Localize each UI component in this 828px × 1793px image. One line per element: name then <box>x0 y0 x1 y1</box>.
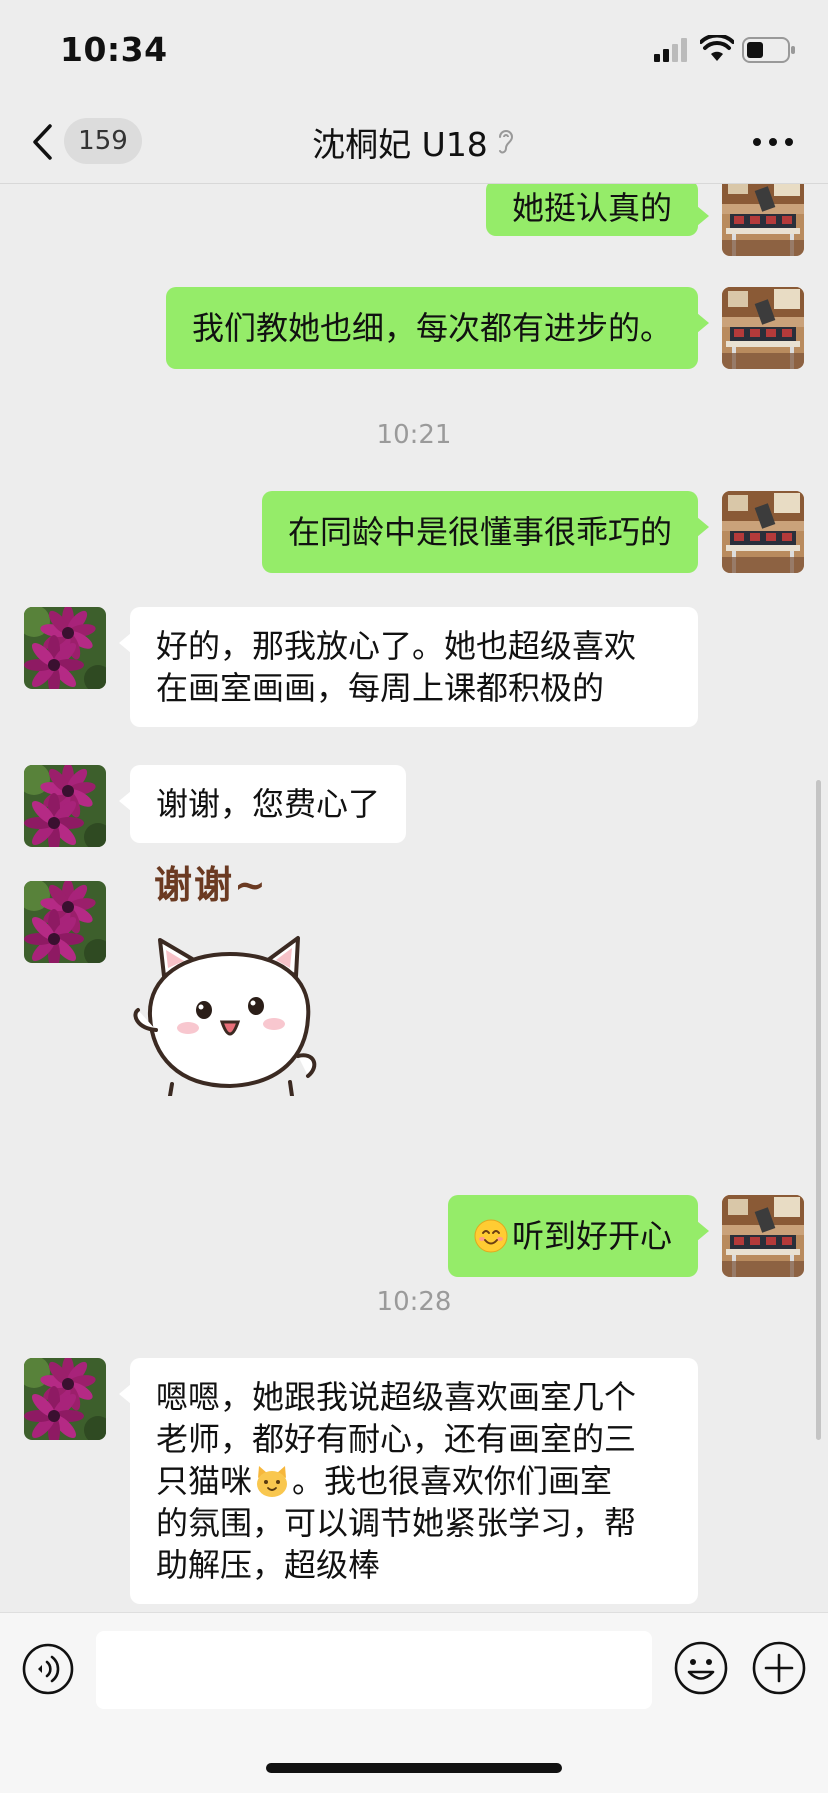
signal-icon <box>654 38 687 62</box>
outgoing-message[interactable]: 听到好开心 <box>447 1195 710 1277</box>
message-line-part: 。我也很喜欢你们画室 <box>292 1462 613 1500</box>
unread-count-badge: 159 <box>64 118 142 164</box>
message-text: 我们教她也细，每次都有进步的。 <box>191 309 672 347</box>
more-icon[interactable] <box>748 122 798 162</box>
battery-icon <box>742 37 795 63</box>
outgoing-message[interactable]: 我们教她也细，每次都有进步的。 <box>165 287 710 369</box>
contact-avatar[interactable] <box>24 881 106 963</box>
message-line-part: 只猫咪 <box>156 1462 253 1500</box>
message-line: 老师，都好有耐心，还有画室的三 <box>156 1420 637 1458</box>
message-text: 她挺认真的 <box>511 189 672 227</box>
message-line: 嗯嗯，她跟我说超级喜欢画室几个 <box>156 1378 637 1416</box>
outgoing-message[interactable]: 她挺认真的 <box>485 184 710 236</box>
home-indicator[interactable] <box>266 1763 562 1773</box>
contact-avatar[interactable] <box>24 765 106 847</box>
incoming-message[interactable]: 谢谢，您费心了 <box>118 765 407 843</box>
incoming-message[interactable]: 好的，那我放心了。她也超级喜欢 在画室画画，每周上课都积极的 <box>119 607 698 727</box>
outgoing-message[interactable]: 在同龄中是很懂事很乖巧的 <box>261 491 710 573</box>
cat-face-emoji <box>257 1466 288 1497</box>
back-chevron-icon <box>33 124 52 160</box>
status-time: 10:34 <box>60 30 168 69</box>
my-avatar[interactable] <box>722 491 804 573</box>
contact-avatar[interactable] <box>24 1358 106 1440</box>
message-timestamp: 10:28 <box>376 1287 452 1317</box>
white-cat-sticker-icon <box>133 936 317 1096</box>
my-avatar[interactable] <box>722 184 804 256</box>
my-avatar[interactable] <box>722 1195 804 1277</box>
status-bar: 10:34 <box>0 0 828 100</box>
input-bar <box>0 1612 828 1793</box>
chat-area[interactable]: 她挺认真的 我们教她也细，每次都有进步的。 10:21 在同龄中是很懂事很乖巧的… <box>0 184 828 1612</box>
wifi-icon <box>700 35 734 61</box>
message-text: 在同龄中是很懂事很乖巧的 <box>287 513 672 551</box>
cat-sticker[interactable]: 谢谢~ <box>133 854 336 1096</box>
contact-avatar[interactable] <box>24 607 106 689</box>
message-line: 在画室画画，每周上课都积极的 <box>156 669 605 707</box>
message-line: 只猫咪 。我也很喜欢你们画室 <box>156 1460 672 1502</box>
message-timestamp: 10:21 <box>376 420 452 450</box>
back-button[interactable]: 159 <box>22 116 152 166</box>
message-text: 听到好开心 <box>511 1217 672 1255</box>
smiling-face-emoji <box>474 1219 508 1253</box>
emoji-icon[interactable] <box>674 1641 728 1695</box>
earpiece-icon <box>498 129 513 153</box>
voice-icon[interactable] <box>22 1643 74 1695</box>
message-input[interactable] <box>96 1631 652 1709</box>
my-avatar[interactable] <box>722 287 804 369</box>
message-line: 好的，那我放心了。她也超级喜欢 <box>156 627 637 665</box>
sticker-caption: 谢谢~ <box>154 863 268 907</box>
message-line: 助解压，超级棒 <box>156 1546 381 1584</box>
message-text: 谢谢，您费心了 <box>156 785 381 823</box>
scrollbar[interactable] <box>816 780 821 1440</box>
message-line: 的氛围，可以调节她紧张学习，帮 <box>156 1504 637 1542</box>
chat-title: 沈桐妃 U18 <box>312 124 488 164</box>
incoming-message[interactable]: 嗯嗯，她跟我说超级喜欢画室几个 老师，都好有耐心，还有画室的三 只猫咪 。我也很… <box>119 1358 698 1604</box>
nav-bar: 159 沈桐妃 U18 <box>0 100 828 184</box>
add-icon[interactable] <box>752 1641 806 1695</box>
